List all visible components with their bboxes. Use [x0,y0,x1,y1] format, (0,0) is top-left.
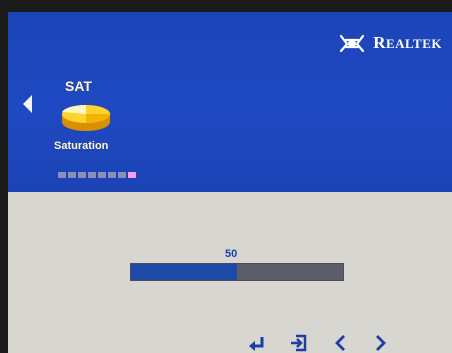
page-indicator [58,172,136,178]
brand-name: REALTEK [373,33,442,52]
left-arrow-icon[interactable] [331,333,351,353]
menu-prev-arrow-icon[interactable] [23,95,32,113]
page-dot [98,172,106,178]
page-dot [78,172,86,178]
page-dot-active [128,172,136,178]
menu-panel: REALTEK SAT Saturation [8,12,452,192]
page-dot [88,172,96,178]
slider-fill [131,264,237,280]
realtek-logo-icon [340,34,365,53]
page-dot [118,172,126,178]
slider-track[interactable] [130,263,344,281]
enter-icon[interactable] [246,334,266,353]
menu-item-title: SAT [65,78,92,94]
right-arrow-icon[interactable] [370,333,390,353]
page-dot [108,172,116,178]
page-dot [68,172,76,178]
brand: REALTEK [337,32,442,54]
menu-item-saturation[interactable]: SAT Saturation [52,78,132,174]
page-dot [58,172,66,178]
slider-value: 50 [225,248,238,260]
menu-item-caption: Saturation [54,140,109,152]
exit-icon[interactable] [288,333,308,353]
saturation-icon [62,104,110,131]
osd-screen: REALTEK SAT Saturation 50 [8,12,452,353]
